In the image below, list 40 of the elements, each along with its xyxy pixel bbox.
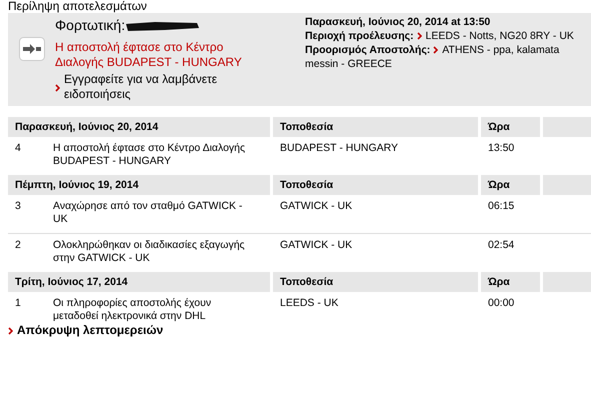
date-header: Παρασκευή, Ιούνιος 20, 2014	[8, 117, 270, 137]
destination-text: Προορισμός Αποστολής: ATHENS - ppa, kalamata messin - GREECE	[305, 43, 560, 71]
location-cell-text: GATWICK - UK	[279, 239, 354, 253]
origin-text: Περιοχή προέλευσης: LEEDS - Notts, NG20 8RY - UK	[305, 29, 575, 43]
row-number: 2	[14, 239, 22, 253]
page-title: Περίληψη αποτελεσμάτων	[8, 0, 148, 12]
chevron-icon	[433, 46, 438, 54]
status-text: Η αποστολή έφτασε στο Κέντρο Διαλογής BUDAPEST - HUNGARY	[55, 40, 243, 70]
location-header: Τοποθεσία	[273, 175, 478, 195]
header-cell	[543, 272, 591, 292]
header-cell	[543, 117, 591, 137]
event-description: Ολοκληρώθηκαν οι διαδικασίες εξαγωγής στην GATWICK - UK	[53, 239, 246, 265]
datetime-text: Παρασκευή, Ιούνιος 20, 2014 at 13:50	[305, 15, 492, 29]
event-description: Οι πληροφορίες αποστολής έχουν μεταδοθεί ηλεκτρονικά στην DHL	[53, 297, 212, 323]
row-number: 1	[14, 297, 22, 311]
time-cell-text: 00:00	[487, 297, 516, 311]
event-description: Η αποστολή έφτασε στο Κέντρο Διαλογής BUDAPEST - HUNGARY	[53, 142, 246, 168]
time-header: Ώρα	[481, 117, 540, 137]
header-cell	[543, 175, 591, 195]
time-header: Ώρα	[481, 175, 540, 195]
chevron-icon	[55, 84, 60, 92]
row-number: 3	[14, 200, 22, 214]
waybill-label: Φορτωτική:	[55, 16, 126, 35]
chevron-icon	[8, 326, 13, 334]
time-cell-text: 13:50	[487, 142, 516, 156]
location-cell-text: LEEDS - UK	[279, 297, 340, 311]
row-number: 4	[14, 142, 22, 156]
time-cell-text: 06:15	[487, 200, 516, 214]
location-header: Τοποθεσία	[273, 117, 478, 137]
location-cell-text: BUDAPEST - HUNGARY	[279, 142, 400, 156]
time-cell-text: 02:54	[487, 239, 516, 253]
date-header: Τρίτη, Ιούνιος 17, 2014	[8, 272, 270, 292]
event-description: Αναχώρησε από τον σταθμό GATWICK - UK	[53, 200, 244, 226]
hide-details-link[interactable]: Απόκρυψη λεπτομερειών	[17, 324, 164, 337]
chevron-icon	[416, 32, 422, 40]
subscribe-link[interactable]: Εγγραφείτε για να λαμβάνετε ειδοποιήσεις	[64, 72, 254, 102]
date-header: Πέμπτη, Ιούνιος 19, 2014	[8, 175, 270, 195]
location-cell-text: GATWICK - UK	[279, 200, 354, 214]
location-header: Τοποθεσία	[273, 272, 478, 292]
time-header: Ώρα	[481, 272, 540, 292]
